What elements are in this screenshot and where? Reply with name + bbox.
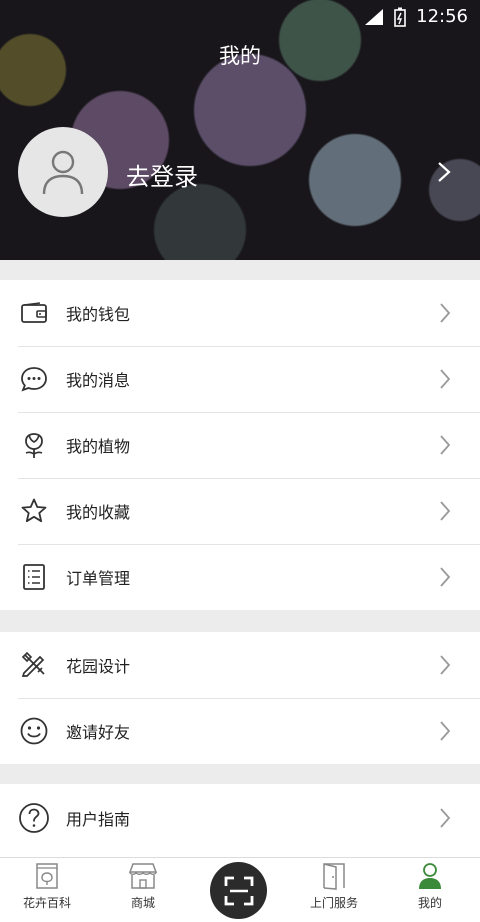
tab-label: 我的 [417, 896, 442, 910]
help-icon [18, 802, 50, 834]
menu-item-invite-friends[interactable]: 邀请好友 [0, 698, 480, 764]
menu-item-user-guide[interactable]: 用户指南 [0, 784, 480, 852]
scan-button[interactable] [210, 862, 267, 919]
menu-item-label: 花园设计 [66, 657, 131, 676]
login-link[interactable]: 去登录 [126, 157, 198, 192]
menu-item-wallet[interactable]: 我的钱包 [0, 280, 480, 346]
tab-label: 商城 [130, 896, 155, 910]
menu-item-label: 邀请好友 [66, 723, 131, 742]
menu-group-account: 我的钱包 我的消息 我的植物 我的收藏 订单管理 [0, 280, 480, 610]
design-tools-icon [18, 649, 50, 681]
plant-icon [18, 429, 50, 461]
menu-item-garden-design[interactable]: 花园设计 [0, 632, 480, 698]
tab-mine[interactable]: 我的 [390, 862, 470, 911]
battery-icon [394, 7, 406, 27]
status-time: 12:56 [416, 6, 468, 27]
star-icon [18, 495, 50, 527]
flower-book-icon [36, 863, 58, 889]
user-icon [419, 863, 441, 889]
menu-item-plants[interactable]: 我的植物 [0, 412, 480, 478]
chevron-right-icon [440, 808, 451, 828]
menu-item-label: 订单管理 [66, 569, 131, 588]
chevron-right-icon [440, 655, 451, 675]
chevron-right-icon [440, 303, 451, 323]
message-icon [18, 363, 50, 395]
menu-group-services: 花园设计 邀请好友 [0, 632, 480, 764]
menu-item-label: 用户指南 [66, 810, 131, 829]
chevron-right-icon [440, 369, 451, 389]
profile-header: 12:56 我的 去登录 [0, 0, 480, 260]
menu-item-label: 我的植物 [66, 437, 131, 456]
menu-item-label: 我的钱包 [66, 305, 131, 324]
chevron-right-icon[interactable] [436, 160, 452, 184]
menu-item-orders[interactable]: 订单管理 [0, 544, 480, 610]
menu-item-label: 我的收藏 [66, 503, 131, 522]
signal-icon [365, 8, 384, 25]
menu-group-help: 用户指南 [0, 784, 480, 858]
menu-item-favorites[interactable]: 我的收藏 [0, 478, 480, 544]
avatar[interactable] [18, 127, 108, 217]
chevron-right-icon [440, 721, 451, 741]
menu-item-messages[interactable]: 我的消息 [0, 346, 480, 412]
wallet-icon [18, 297, 50, 329]
scan-icon [224, 876, 253, 905]
bottom-tab-bar: 花卉百科 商城 上门服务 我的 [0, 857, 480, 922]
page-title: 我的 [219, 44, 261, 68]
tab-shop[interactable]: 商城 [103, 862, 183, 911]
tab-label: 上门服务 [309, 896, 358, 910]
menu-item-label: 我的消息 [66, 371, 131, 390]
smile-icon [18, 715, 50, 747]
tab-label: 花卉百科 [22, 896, 71, 910]
person-icon [42, 150, 84, 195]
shop-icon [128, 863, 158, 889]
order-list-icon [18, 561, 50, 593]
tab-flower-encyclopedia[interactable]: 花卉百科 [7, 862, 87, 911]
chevron-right-icon [440, 435, 451, 455]
status-bar: 12:56 [364, 6, 468, 27]
tab-home-service[interactable]: 上门服务 [294, 862, 374, 911]
door-icon [323, 863, 345, 890]
chevron-right-icon [440, 501, 451, 521]
chevron-right-icon [440, 567, 451, 587]
